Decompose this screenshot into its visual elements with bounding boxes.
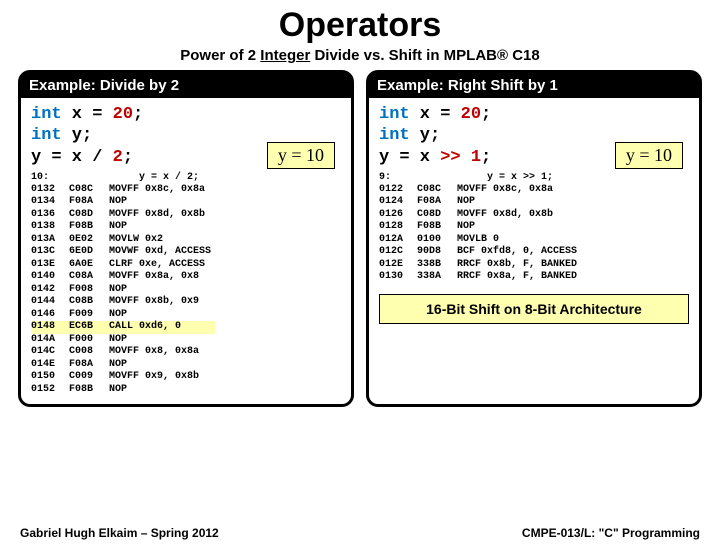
code-text: y; (410, 126, 441, 145)
asm-row: 0134F08ANOP (31, 196, 215, 209)
asm-row: 0136C08DMOVFF 0x8d, 0x8b (31, 209, 215, 222)
code-text: y = x (379, 148, 440, 167)
asm-row: 012A0100MOVLB 0 (379, 234, 581, 247)
asm-row: 0152F08BNOP (31, 384, 215, 397)
asm-row: 0144C08BMOVFF 0x8b, 0x9 (31, 296, 215, 309)
subtitle-post: Divide vs. Shift in MPLAB® C18 (310, 47, 539, 64)
panel-shift-code: int x = 20; int y; y = x >> 1; y = 10 (379, 104, 689, 168)
asm-source-line-right: 9: y = x >> 1; (379, 172, 689, 183)
asm-row: 0148EC6BCALL 0xd6, 0 (31, 321, 215, 334)
asm-row: 013C6E0DMOVWF 0xd, ACCESS (31, 246, 215, 259)
panel-shift: Example: Right Shift by 1 int x = 20; in… (366, 70, 702, 407)
src-expr: y = x >> 1; (487, 172, 553, 183)
architecture-note: 16-Bit Shift on 8-Bit Architecture (379, 294, 689, 324)
asm-row: 013A0E02MOVLW 0x2 (31, 234, 215, 247)
kw-int: int (31, 126, 62, 145)
asm-listing-right: 0122C08CMOVFF 0x8c, 0x8a0124F08ANOP0126C… (379, 184, 581, 284)
code-text: x = (410, 105, 461, 124)
num-literal: 1 (471, 148, 481, 167)
asm-row: 0146F009NOP (31, 309, 215, 322)
page-title: Operators (0, 6, 720, 45)
kw-int: int (379, 126, 410, 145)
num-literal: 20 (113, 105, 133, 124)
asm-row: 0150C009MOVFF 0x9, 0x8b (31, 371, 215, 384)
src-label: 10: (31, 172, 49, 183)
asm-row: 0140C08AMOVFF 0x8a, 0x8 (31, 271, 215, 284)
asm-row: 014CC008MOVFF 0x8, 0x8a (31, 346, 215, 359)
asm-row: 012C90D8BCF 0xfd8, 0, ACCESS (379, 246, 581, 259)
asm-row: 0128F08BNOP (379, 221, 581, 234)
subtitle-pre: Power of 2 (180, 47, 260, 64)
code-text: y = x / (31, 148, 113, 167)
asm-row: 0122C08CMOVFF 0x8c, 0x8a (379, 184, 581, 197)
num-literal: 20 (461, 105, 481, 124)
footer-course: CMPE-013/L: "C" Programming (522, 526, 700, 540)
asm-row: 0126C08DMOVFF 0x8d, 0x8b (379, 209, 581, 222)
result-box-left: y = 10 (267, 142, 335, 169)
asm-listing-left: 0132C08CMOVFF 0x8c, 0x8a0134F08ANOP0136C… (31, 184, 215, 397)
panel-divide-code: int x = 20; int y; y = x / 2; y = 10 (31, 104, 341, 168)
asm-row: 0124F08ANOP (379, 196, 581, 209)
asm-row: 014EF08ANOP (31, 359, 215, 372)
code-text: x = (62, 105, 113, 124)
panel-shift-header: Example: Right Shift by 1 (369, 73, 699, 98)
panel-divide-header: Example: Divide by 2 (21, 73, 351, 98)
panel-divide: Example: Divide by 2 int x = 20; int y; … (18, 70, 354, 407)
subtitle-underline: Integer (260, 47, 310, 64)
panel-row: Example: Divide by 2 int x = 20; int y; … (0, 70, 720, 407)
op-shift: >> (440, 148, 460, 167)
asm-row: 0132C08CMOVFF 0x8c, 0x8a (31, 184, 215, 197)
asm-row: 0142F008NOP (31, 284, 215, 297)
num-literal: 2 (113, 148, 123, 167)
code-text (461, 148, 471, 167)
code-text: y; (62, 126, 93, 145)
footer: Gabriel Hugh Elkaim – Spring 2012 CMPE-0… (0, 526, 720, 540)
kw-int: int (31, 105, 62, 124)
asm-source-line-left: 10: y = x / 2; (31, 172, 341, 183)
result-box-right: y = 10 (615, 142, 683, 169)
asm-row: 0130338ARRCF 0x8a, F, BANKED (379, 271, 581, 284)
kw-int: int (379, 105, 410, 124)
asm-row: 012E338BRRCF 0x8b, F, BANKED (379, 259, 581, 272)
page-subtitle: Power of 2 Integer Divide vs. Shift in M… (0, 47, 720, 64)
src-expr: y = x / 2; (139, 172, 199, 183)
asm-row: 014AF000NOP (31, 334, 215, 347)
src-label: 9: (379, 172, 391, 183)
asm-row: 013E6A0ECLRF 0xe, ACCESS (31, 259, 215, 272)
asm-row: 0138F08BNOP (31, 221, 215, 234)
footer-author: Gabriel Hugh Elkaim – Spring 2012 (20, 526, 219, 540)
